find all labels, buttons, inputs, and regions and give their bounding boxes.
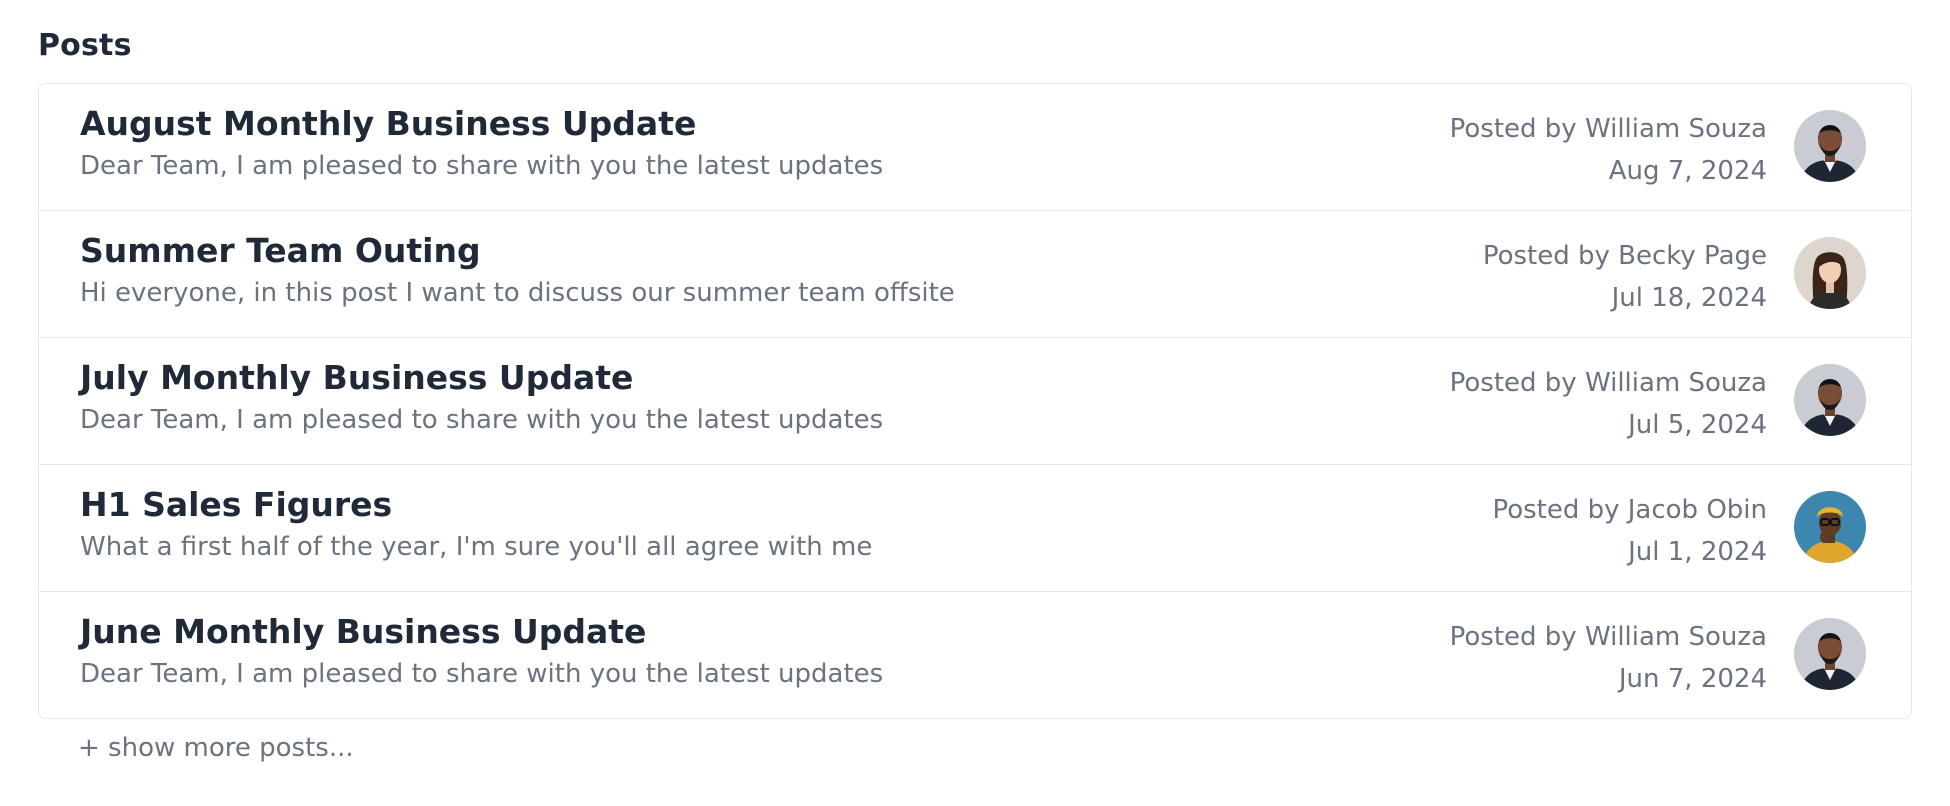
post-author: Posted by William Souza: [1449, 368, 1767, 398]
posts-list: August Monthly Business Update Dear Team…: [38, 83, 1912, 719]
show-more-posts-link[interactable]: + show more posts...: [78, 733, 354, 763]
post-excerpt: Dear Team, I am pleased to share with yo…: [80, 151, 884, 181]
post-title[interactable]: June Monthly Business Update: [80, 612, 646, 651]
post-row[interactable]: H1 Sales Figures What a first half of th…: [39, 465, 1911, 592]
person-avatar-icon: [1794, 110, 1866, 182]
post-title[interactable]: Summer Team Outing: [80, 231, 481, 270]
person-avatar-icon: [1794, 237, 1866, 309]
post-author: Posted by Becky Page: [1482, 241, 1767, 271]
post-date: Jul 1, 2024: [1628, 537, 1767, 567]
post-excerpt: Dear Team, I am pleased to share with yo…: [80, 405, 884, 435]
post-row[interactable]: Summer Team Outing Hi everyone, in this …: [39, 211, 1911, 338]
avatar[interactable]: [1794, 491, 1866, 563]
post-meta: Posted by Becky Page Jul 18, 2024: [1483, 235, 1767, 319]
person-avatar-icon: [1794, 618, 1866, 690]
post-date: Jun 7, 2024: [1618, 664, 1767, 694]
post-meta: Posted by Jacob Obin Jul 1, 2024: [1492, 489, 1767, 573]
avatar[interactable]: [1794, 237, 1866, 309]
post-meta: Posted by William Souza Aug 7, 2024: [1450, 108, 1767, 192]
post-excerpt: Hi everyone, in this post I want to disc…: [80, 278, 955, 308]
person-avatar-icon: [1794, 364, 1866, 436]
post-meta: Posted by William Souza Jul 5, 2024: [1450, 362, 1767, 446]
post-title[interactable]: August Monthly Business Update: [80, 104, 696, 143]
post-meta: Posted by William Souza Jun 7, 2024: [1450, 616, 1767, 700]
post-row[interactable]: July Monthly Business Update Dear Team, …: [39, 338, 1911, 465]
post-author: Posted by Jacob Obin: [1492, 495, 1767, 525]
post-row[interactable]: June Monthly Business Update Dear Team, …: [39, 592, 1911, 718]
avatar[interactable]: [1794, 110, 1866, 182]
posts-heading: Posts: [38, 28, 132, 63]
post-excerpt: What a first half of the year, I'm sure …: [80, 532, 873, 562]
avatar[interactable]: [1794, 364, 1866, 436]
post-author: Posted by William Souza: [1449, 622, 1767, 652]
post-date: Jul 5, 2024: [1628, 410, 1767, 440]
person-avatar-icon: [1794, 491, 1866, 563]
post-title[interactable]: July Monthly Business Update: [80, 358, 633, 397]
post-title[interactable]: H1 Sales Figures: [80, 485, 392, 524]
post-excerpt: Dear Team, I am pleased to share with yo…: [80, 659, 884, 689]
post-author: Posted by William Souza: [1449, 114, 1767, 144]
avatar[interactable]: [1794, 618, 1866, 690]
post-row[interactable]: August Monthly Business Update Dear Team…: [39, 84, 1911, 211]
post-date: Jul 18, 2024: [1611, 283, 1767, 313]
post-date: Aug 7, 2024: [1608, 156, 1767, 186]
